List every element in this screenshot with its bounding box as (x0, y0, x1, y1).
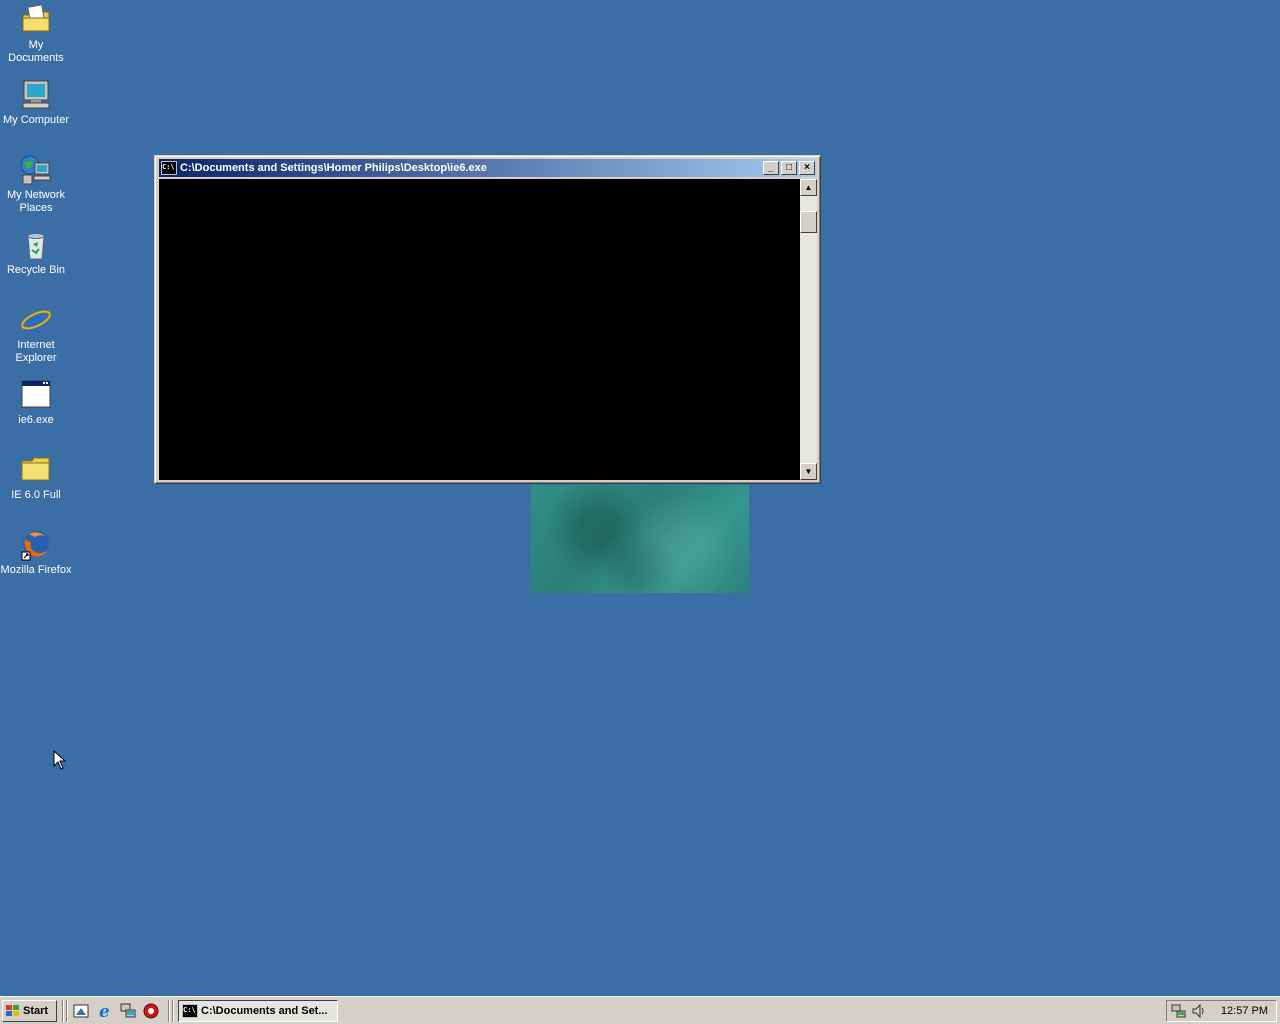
window-titlebar[interactable]: C:\ C:\Documents and Settings\Homer Phil… (159, 159, 816, 177)
desktop-icon-ie6-full-folder[interactable]: IE 6.0 Full (0, 453, 72, 502)
window-title: C:\Documents and Settings\Homer Philips\… (180, 162, 487, 174)
desktop-icon-label: Recycle Bin (6, 264, 66, 276)
media-player-icon[interactable] (142, 1002, 160, 1020)
my-documents-icon (22, 4, 50, 32)
vertical-scrollbar[interactable]: ▲ ▼ (800, 179, 817, 480)
internet-explorer-icon[interactable]: e (96, 1002, 114, 1020)
svg-text:e: e (99, 1002, 110, 1020)
maximize-button[interactable]: □ (781, 161, 797, 175)
folder-icon (21, 457, 50, 481)
scroll-down-button[interactable]: ▼ (800, 463, 817, 480)
taskbar: Start e C:\ C:\Documents and Set... 12:5… (0, 996, 1280, 1024)
console-window[interactable]: C:\ C:\Documents and Settings\Homer Phil… (154, 155, 821, 484)
desktop-icon-label: My Computer (2, 114, 70, 126)
desktop-icon-internet-explorer[interactable]: e Internet Explorer (0, 303, 72, 365)
svg-text:e: e (27, 305, 46, 337)
taskbar-button-console[interactable]: C:\ C:\Documents and Set... (178, 1000, 338, 1022)
windows-logo-icon (6, 1005, 20, 1017)
console-app-icon: C:\ (161, 161, 177, 175)
desktop-icon-mozilla-firefox[interactable]: Mozilla Firefox (0, 528, 72, 577)
firefox-icon (21, 531, 49, 561)
minimize-button[interactable]: _ (763, 161, 779, 175)
start-button[interactable]: Start (2, 1000, 57, 1022)
desktop-icon-my-computer[interactable]: My Computer (0, 78, 72, 127)
desktop-icon-recycle-bin[interactable]: Recycle Bin (0, 228, 72, 277)
taskbar-button-label: C:\Documents and Set... (201, 1005, 328, 1017)
desktop-icon-label: Internet Explorer (15, 339, 57, 364)
desktop-icon-label: Mozilla Firefox (0, 564, 72, 576)
desktop-icon-label: My Network Places (6, 189, 66, 214)
console-output-area[interactable] (159, 179, 800, 480)
close-button[interactable]: × (799, 161, 815, 175)
show-desktop-icon[interactable] (72, 1002, 90, 1020)
scroll-thumb[interactable] (800, 211, 817, 233)
system-tray: 12:57 PM (1166, 1000, 1277, 1022)
volume-icon[interactable] (1191, 1003, 1207, 1019)
desktop-icon-label: ie6.exe (18, 414, 54, 426)
desktop-icon-my-documents[interactable]: My Documents (0, 3, 72, 65)
network-places-icon (20, 155, 51, 185)
taskbar-separator (62, 1000, 64, 1022)
network-connection-icon[interactable] (1171, 1003, 1187, 1019)
internet-explorer-icon: e (21, 305, 51, 337)
clock[interactable]: 12:57 PM (1221, 1005, 1268, 1017)
my-computer-icon (22, 80, 50, 109)
desktop: My Documents My Computer My Network Plac… (0, 0, 1280, 996)
desktop-icon-label: IE 6.0 Full (11, 489, 61, 501)
recycle-bin-icon (27, 233, 45, 260)
console-app-icon: C:\ (182, 1004, 198, 1018)
desktop-icon-network-places[interactable]: My Network Places (0, 153, 72, 215)
taskbar-separator (66, 1000, 68, 1022)
network-icon[interactable] (119, 1002, 137, 1020)
start-label: Start (23, 1005, 49, 1017)
mouse-cursor-icon (53, 750, 67, 770)
wallpaper-tile (531, 485, 749, 593)
taskbar-separator (168, 1000, 170, 1022)
desktop-icon-label: My Documents (8, 39, 64, 64)
taskbar-separator (172, 1000, 174, 1022)
scroll-up-button[interactable]: ▲ (800, 179, 817, 196)
desktop-icon-ie6-exe[interactable]: ie6.exe (0, 378, 72, 427)
application-icon (21, 380, 51, 408)
